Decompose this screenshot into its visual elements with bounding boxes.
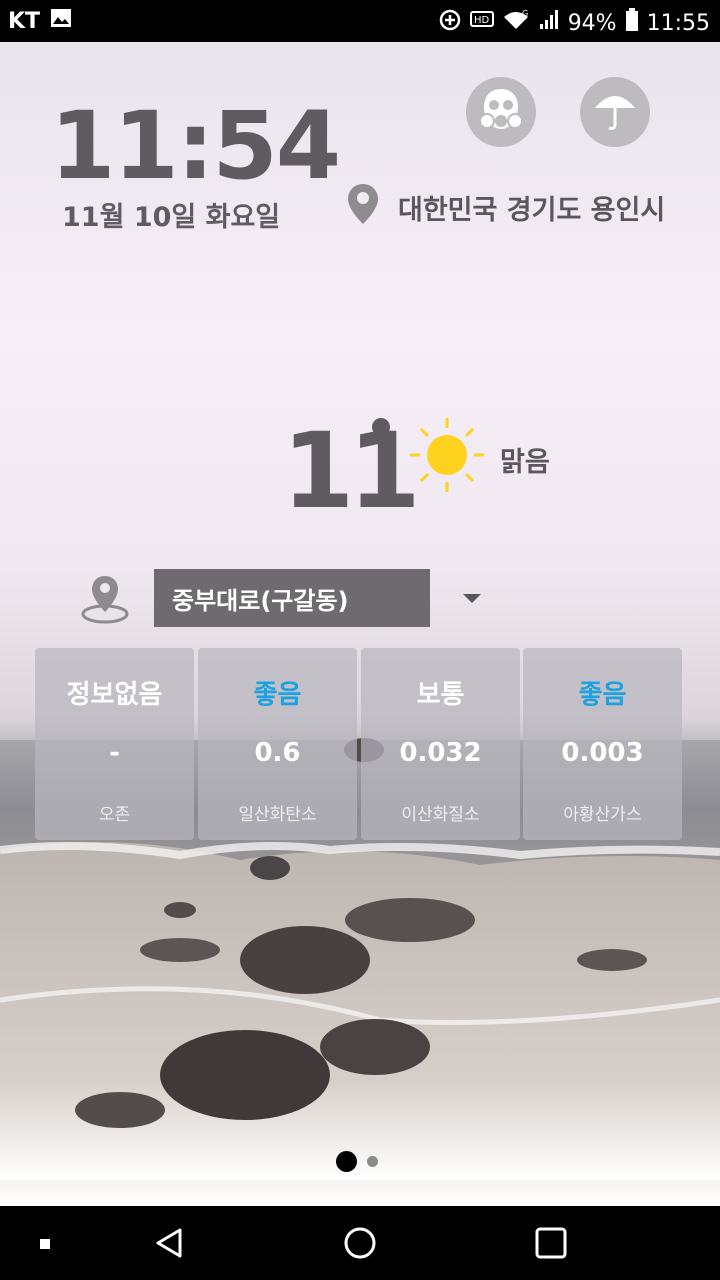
aq-name: 일산화탄소 [238, 805, 317, 825]
battery-icon [625, 8, 639, 38]
battery-percent: 94% [567, 10, 617, 36]
aq-grade: 보통 [416, 680, 465, 710]
data-saver-icon [438, 8, 462, 38]
aq-card-ozone: 정보없음 - 오존 [35, 648, 194, 840]
aq-value: - [109, 738, 120, 768]
status-time: 11:55 [646, 10, 710, 36]
aq-value: 0.6 [254, 738, 301, 768]
recent-apps-dot-icon[interactable] [40, 1239, 50, 1249]
status-bar: KT HD G 94% 11:55 [0, 0, 720, 42]
svg-text:G: G [522, 9, 528, 18]
weather-condition: 맑음 [500, 447, 550, 478]
page-indicator-inactive[interactable] [367, 1156, 378, 1167]
navigation-bar [0, 1206, 720, 1280]
aq-name: 오존 [98, 805, 131, 825]
image-notification-icon [50, 8, 72, 34]
aq-value: 0.032 [399, 738, 482, 768]
wifi-icon: G [502, 9, 530, 37]
lockscreen-clock: 11:54 [50, 92, 341, 201]
hd-voice-icon: HD [469, 10, 494, 36]
gas-mask-icon [476, 85, 526, 139]
current-temperature: 11 [282, 410, 421, 532]
aq-name: 이산화질소 [401, 805, 480, 825]
station-select[interactable]: 중부대로(구갈동) [154, 569, 430, 627]
station-select-value: 중부대로(구갈동) [172, 586, 349, 615]
svg-text:HD: HD [474, 15, 490, 26]
home-icon[interactable] [343, 1226, 377, 1264]
carrier-label: KT [8, 8, 41, 34]
dust-mask-button[interactable] [466, 77, 536, 147]
location-pin-icon [346, 182, 380, 233]
aq-card-no2: 보통 0.032 이산화질소 [361, 648, 520, 840]
aq-grade: 정보없음 [66, 680, 163, 710]
umbrella-icon [591, 86, 639, 138]
umbrella-button[interactable] [580, 77, 650, 147]
location-display: 대한민국 경기도 용인시 [346, 182, 665, 233]
station-pin-icon [80, 572, 130, 628]
aq-value: 0.003 [561, 738, 644, 768]
sun-icon [408, 416, 486, 498]
lockscreen-date: 11월 10일 화요일 [62, 202, 281, 233]
aq-card-co: 좋음 0.6 일산화탄소 [198, 648, 357, 840]
back-icon[interactable] [152, 1226, 186, 1264]
aq-grade: 좋음 [578, 680, 627, 710]
aq-grade: 좋음 [253, 680, 302, 710]
location-label: 대한민국 경기도 용인시 [398, 195, 666, 226]
degree-symbol [372, 418, 390, 436]
aq-card-so2: 좋음 0.003 아황산가스 [523, 648, 682, 840]
chevron-down-icon[interactable] [463, 594, 481, 603]
aq-name: 아황산가스 [563, 805, 642, 825]
signal-icon [538, 9, 560, 37]
page-indicator-active[interactable] [336, 1151, 357, 1172]
overview-icon[interactable] [534, 1226, 568, 1264]
